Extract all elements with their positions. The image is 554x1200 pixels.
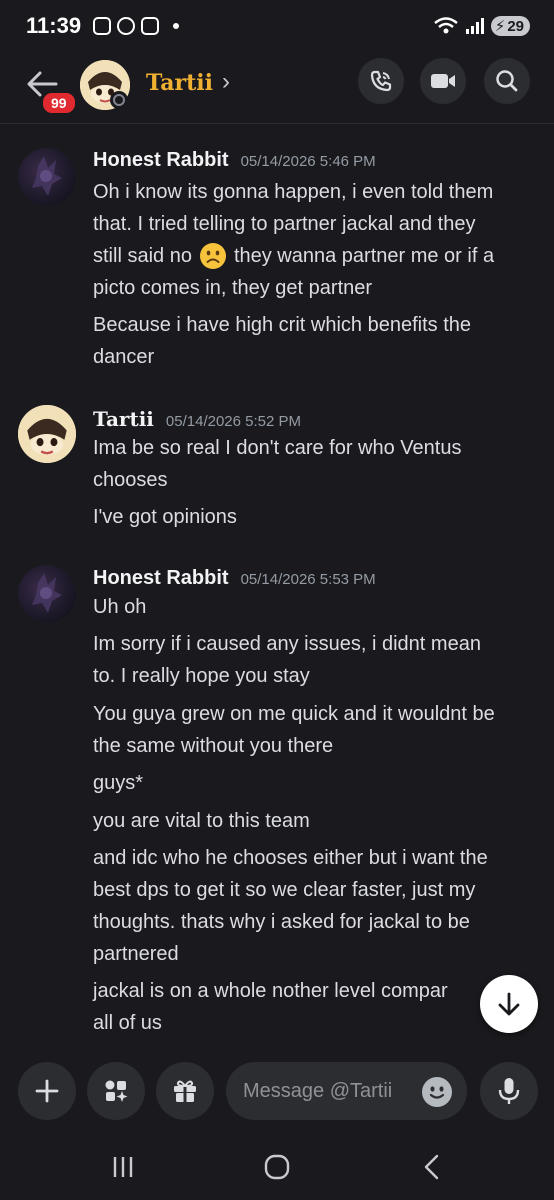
avatar[interactable] bbox=[18, 565, 76, 623]
scroll-to-bottom-button[interactable] bbox=[480, 975, 538, 1033]
message-input-placeholder: Message @Tartii bbox=[243, 1079, 393, 1102]
message-text: Because i have high crit which benefits … bbox=[93, 314, 471, 336]
dm-header: 99 Tartii › bbox=[0, 52, 554, 120]
charging-bolt-icon: ⚡ bbox=[494, 18, 506, 35]
message-author[interactable]: Honest Rabbit bbox=[93, 149, 229, 172]
unread-count-badge: 99 bbox=[40, 90, 78, 116]
message-text: I've got opinions bbox=[93, 506, 237, 528]
message-text-with-emoji: still said no they wanna partner me or i… bbox=[93, 240, 538, 272]
message-text: Oh i know its gonna happen, i even told … bbox=[93, 181, 494, 203]
smiley-face-icon bbox=[429, 1086, 445, 1099]
offline-status-icon bbox=[110, 91, 128, 109]
message-list[interactable]: Honest Rabbit 05/14/2026 5:46 PM Oh i kn… bbox=[0, 124, 554, 1044]
status-time: 11:39 bbox=[26, 13, 82, 38]
emoji-button[interactable] bbox=[422, 1077, 452, 1107]
message-timestamp: 05/14/2026 5:46 PM bbox=[240, 153, 376, 170]
message-composer: Message @Tartii bbox=[0, 1048, 554, 1138]
honest-rabbit-avatar-image bbox=[32, 156, 62, 196]
home-icon[interactable] bbox=[263, 1153, 291, 1181]
message-text: the same without you there bbox=[93, 735, 334, 757]
message-text: to. I really hope you stay bbox=[93, 665, 310, 687]
message-text: guys* bbox=[93, 772, 144, 794]
message-text: you are vital to this team bbox=[93, 810, 310, 832]
avatar[interactable] bbox=[18, 405, 76, 463]
message-text: thoughts. thats why i asked for jackal t… bbox=[93, 911, 470, 933]
video-camera-icon bbox=[431, 74, 455, 88]
battery-level: 29 bbox=[507, 17, 524, 35]
message-text: Im sorry if i caused any issues, i didnt… bbox=[93, 633, 481, 655]
message-timestamp: 05/14/2026 5:52 PM bbox=[165, 413, 302, 430]
recent-apps-icon[interactable] bbox=[110, 1154, 136, 1180]
status-system-icons: ⚡ 29 bbox=[433, 16, 530, 36]
message-text: they wanna partner me or if a bbox=[233, 245, 495, 267]
message-text: and idc who he chooses either but i want… bbox=[93, 847, 488, 869]
search-button[interactable] bbox=[484, 58, 530, 104]
back-icon[interactable] bbox=[420, 1153, 444, 1181]
tartii-avatar-image bbox=[18, 405, 76, 463]
message-text: Ima be so real I don't care for who Vent… bbox=[93, 437, 462, 459]
gift-icon bbox=[174, 1080, 196, 1102]
microphone-icon bbox=[498, 1078, 520, 1104]
apps-button[interactable] bbox=[87, 1062, 145, 1120]
add-attachment-button[interactable] bbox=[18, 1062, 76, 1120]
wifi-icon bbox=[433, 17, 458, 34]
avatar[interactable] bbox=[18, 148, 76, 206]
message-timestamp: 05/14/2026 5:53 PM bbox=[240, 571, 376, 588]
search-icon bbox=[496, 70, 518, 92]
video-call-button[interactable] bbox=[420, 58, 466, 104]
gift-button[interactable] bbox=[156, 1062, 214, 1120]
signal-icon bbox=[465, 18, 484, 34]
app-notification-icon bbox=[117, 17, 136, 35]
message-text: Uh oh bbox=[93, 596, 147, 618]
frowning-face-emoji-icon bbox=[199, 243, 226, 269]
plus-icon bbox=[35, 1079, 59, 1103]
message-text: all of us bbox=[93, 1012, 162, 1034]
system-navigation-bar bbox=[0, 1138, 554, 1200]
message-author[interactable]: Honest Rabbit bbox=[93, 567, 229, 590]
battery-indicator: ⚡ 29 bbox=[490, 16, 530, 36]
screenshot-icon bbox=[93, 17, 112, 35]
voice-message-button[interactable] bbox=[480, 1062, 538, 1120]
message-text: best dps to get it so we clear faster, j… bbox=[93, 879, 476, 901]
message-author-line: Honest Rabbit 05/14/2026 5:53 PM bbox=[93, 567, 376, 590]
message-text: You guya grew on me quick and it wouldnt… bbox=[93, 703, 495, 725]
more-notifications-dot bbox=[173, 23, 180, 29]
message-author-line: Honest Rabbit 05/14/2026 5:46 PM bbox=[93, 149, 376, 172]
message-text: chooses bbox=[93, 469, 168, 491]
message-text: still said no bbox=[93, 245, 192, 267]
status-bar: 11:39 ⚡ 29 bbox=[0, 0, 554, 52]
chevron-right-icon[interactable]: › bbox=[222, 68, 230, 96]
arrow-down-icon bbox=[498, 992, 520, 1016]
message-text: jackal is on a whole nother level compar bbox=[93, 980, 448, 1002]
apps-sparkle-icon bbox=[105, 1080, 128, 1102]
honest-rabbit-avatar-image bbox=[32, 573, 62, 613]
phone-icon bbox=[370, 70, 392, 92]
instagram-icon bbox=[141, 17, 160, 35]
message-text: dancer bbox=[93, 346, 155, 368]
message-author[interactable]: Tartii bbox=[93, 407, 154, 431]
message-text: partnered bbox=[93, 943, 179, 965]
message-author-line: Tartii 05/14/2026 5:52 PM bbox=[93, 407, 301, 431]
voice-call-button[interactable] bbox=[358, 58, 404, 104]
status-notification-icons bbox=[93, 17, 180, 35]
dm-recipient-name[interactable]: Tartii bbox=[146, 70, 213, 96]
message-text: picto comes in, they get partner bbox=[93, 277, 373, 299]
message-text: that. I tried telling to partner jackal … bbox=[93, 213, 476, 235]
